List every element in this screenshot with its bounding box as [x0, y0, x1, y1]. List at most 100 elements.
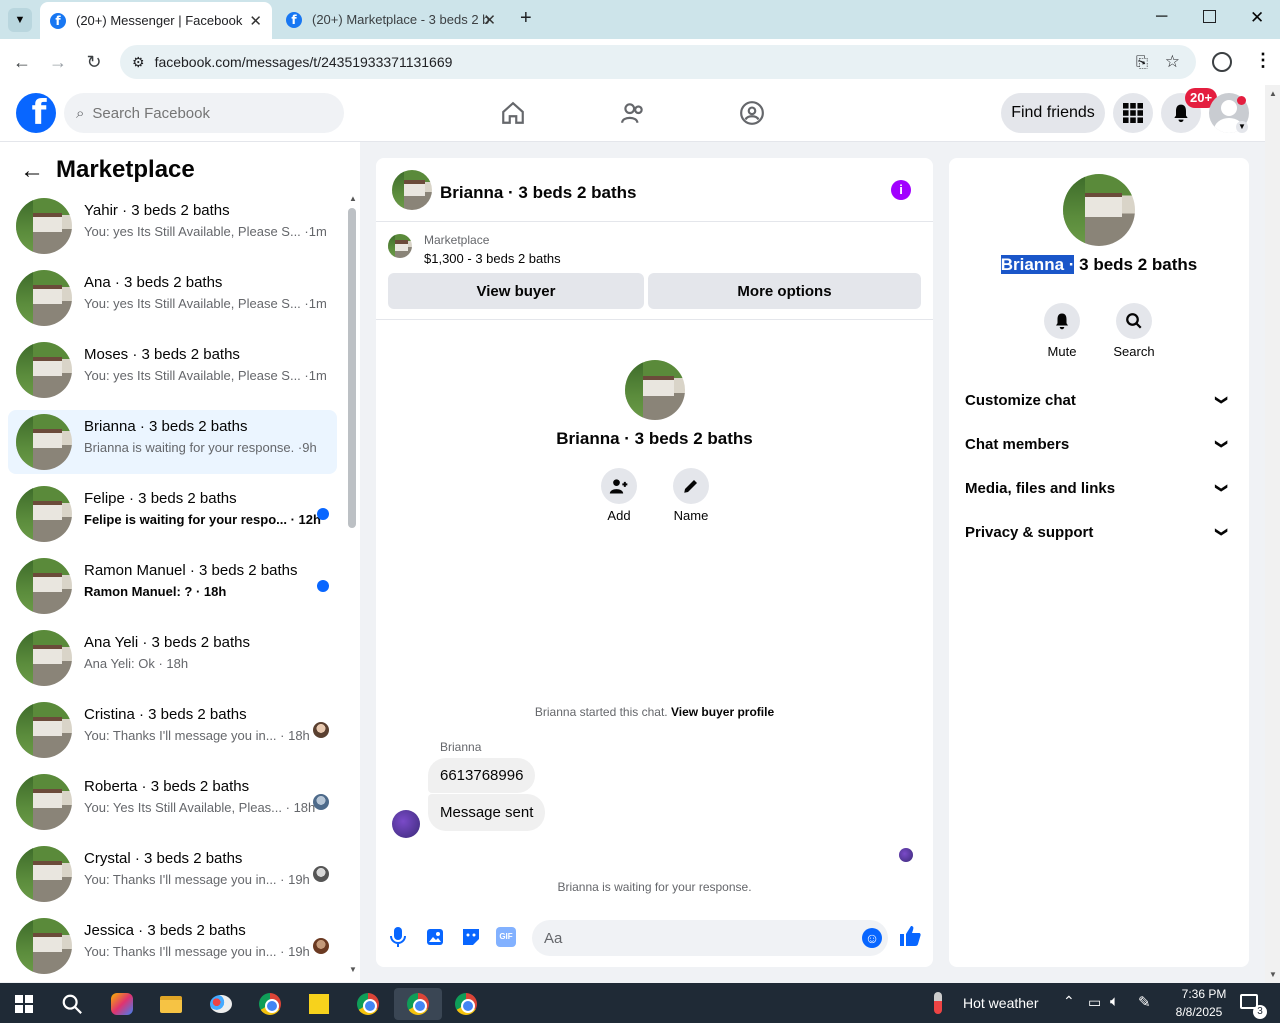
- conversation-item[interactable]: Ana · 3 beds 2 baths You: yes Its Still …: [8, 266, 337, 330]
- taskbar-search-icon[interactable]: [56, 988, 88, 1020]
- pen-icon[interactable]: ✎: [1138, 993, 1151, 1011]
- chat-header-avatar[interactable]: [392, 170, 432, 210]
- chrome-taskbar-icon[interactable]: [352, 988, 384, 1020]
- windows-start-icon[interactable]: [8, 988, 40, 1020]
- clock-date[interactable]: 8/8/2025: [1164, 1005, 1234, 1019]
- conversation-preview: Ramon Manuel: ? · 18h: [84, 584, 227, 599]
- gif-icon[interactable]: GIF: [496, 927, 516, 947]
- message-bubble[interactable]: Message sent: [428, 794, 546, 831]
- tab-marketplace[interactable]: f (20+) Marketplace - 3 beds 2 b ✕: [276, 0, 506, 39]
- conversation-item[interactable]: Crystal · 3 beds 2 baths You: Thanks I'l…: [8, 842, 337, 906]
- sticky-notes-icon[interactable]: [303, 988, 335, 1020]
- reload-icon[interactable]: ↻: [82, 50, 106, 74]
- search-facebook-box[interactable]: ⌕: [64, 93, 344, 133]
- profile-icon[interactable]: [1212, 52, 1232, 72]
- mute-bell-icon[interactable]: [1044, 303, 1080, 339]
- chat-members-section[interactable]: Chat members ❯: [965, 433, 1235, 455]
- back-arrow-icon[interactable]: ←: [10, 50, 34, 74]
- voice-clip-icon[interactable]: [388, 926, 408, 953]
- search-in-conversation-icon[interactable]: [1116, 303, 1152, 339]
- site-settings-icon[interactable]: ⚙: [132, 54, 145, 71]
- conversation-item-selected[interactable]: Brianna · 3 beds 2 baths Brianna is wait…: [8, 410, 337, 474]
- marketplace-sidebar: ← Marketplace Yahir · 3 beds 2 baths You…: [0, 142, 360, 982]
- friends-icon[interactable]: [620, 100, 646, 131]
- conversation-item[interactable]: Felipe · 3 beds 2 baths Felipe is waitin…: [8, 482, 337, 546]
- message-input-placeholder: Aa: [544, 929, 563, 947]
- conversation-info-panel: Brianna · 3 beds 2 baths Mute Search Cus…: [949, 158, 1249, 967]
- conversation-item[interactable]: Ramon Manuel · 3 beds 2 baths Ramon Manu…: [8, 554, 337, 618]
- restore-window-icon[interactable]: [1203, 10, 1216, 23]
- media-files-links-section[interactable]: Media, files and links ❯: [965, 477, 1235, 499]
- like-thumbs-up-icon[interactable]: [898, 924, 922, 953]
- close-window-icon[interactable]: ✕: [1250, 8, 1264, 28]
- info-name-rest: 3 beds 2 baths: [1074, 255, 1198, 274]
- menu-grid-icon[interactable]: [1113, 93, 1153, 133]
- find-friends-button[interactable]: Find friends: [1001, 93, 1105, 133]
- message-bubble[interactable]: 6613768996: [428, 758, 536, 793]
- meet-now-icon[interactable]: ▭: [1088, 994, 1101, 1011]
- volume-icon[interactable]: 🔈︎: [1110, 993, 1119, 1010]
- edit-name-pencil-icon[interactable]: [673, 468, 709, 504]
- back-arrow-icon[interactable]: ←: [20, 157, 44, 185]
- seen-avatar: [313, 866, 329, 882]
- listing-thumbnail[interactable]: [388, 234, 412, 258]
- close-tab-icon[interactable]: ✕: [249, 12, 262, 30]
- tab-search-chevron-icon[interactable]: ▼: [8, 8, 32, 32]
- more-options-button[interactable]: More options: [648, 273, 921, 309]
- bookmark-star-icon[interactable]: ☆: [1165, 52, 1180, 72]
- forward-arrow-icon[interactable]: →: [46, 50, 70, 74]
- install-app-icon[interactable]: ⎘: [1136, 54, 1148, 71]
- section-label: Media, files and links: [965, 479, 1116, 497]
- conversation-item[interactable]: Yahir · 3 beds 2 baths You: yes Its Stil…: [8, 194, 337, 258]
- account-red-dot: [1237, 96, 1246, 105]
- show-hidden-icons-chevron-icon[interactable]: ⌃: [1063, 993, 1075, 1010]
- conversation-info-icon[interactable]: i: [891, 180, 911, 200]
- chrome-taskbar-icon[interactable]: [254, 988, 286, 1020]
- paint-app-icon[interactable]: [205, 988, 237, 1020]
- sidebar-scrollbar[interactable]: ▲ ▼: [346, 194, 358, 974]
- address-bar[interactable]: ⚙ facebook.com/messages/t/24351933371131…: [120, 45, 1196, 79]
- page-scrollbar[interactable]: ▲ ▼: [1265, 85, 1280, 983]
- chrome-taskbar-icon-active[interactable]: [394, 988, 442, 1020]
- minimize-window-icon[interactable]: ─: [1156, 8, 1167, 26]
- conversation-item[interactable]: Roberta · 3 beds 2 baths You: Yes Its St…: [8, 770, 337, 834]
- tab-messenger[interactable]: f (20+) Messenger | Facebook ✕: [40, 2, 272, 39]
- customize-chat-section[interactable]: Customize chat ❯: [965, 389, 1235, 411]
- account-chevron-icon[interactable]: ▼: [1236, 121, 1248, 133]
- home-icon[interactable]: [500, 100, 526, 131]
- clock-time[interactable]: 7:36 PM: [1174, 987, 1234, 1001]
- section-label: Chat members: [965, 435, 1070, 453]
- browser-menu-icon[interactable]: ⋮: [1254, 50, 1272, 71]
- file-explorer-icon[interactable]: [155, 988, 187, 1020]
- chrome-taskbar-icon[interactable]: [450, 988, 482, 1020]
- profile-avatar[interactable]: [625, 360, 685, 420]
- close-tab-icon[interactable]: ✕: [483, 11, 496, 29]
- listing-avatar: [16, 414, 72, 470]
- conversation-item[interactable]: Jessica · 3 beds 2 baths You: Thanks I'l…: [8, 914, 337, 978]
- view-buyer-button[interactable]: View buyer: [388, 273, 644, 309]
- divider: [376, 221, 933, 222]
- conversation-item[interactable]: Ana Yeli · 3 beds 2 baths Ana Yeli: Ok ·…: [8, 626, 337, 690]
- conversation-item[interactable]: Moses · 3 beds 2 baths You: yes Its Stil…: [8, 338, 337, 402]
- view-buyer-profile-link[interactable]: View buyer profile: [671, 705, 774, 719]
- facebook-favicon-icon: f: [50, 12, 66, 29]
- listing-title[interactable]: $1,300 - 3 beds 2 baths: [424, 251, 561, 266]
- sticker-icon[interactable]: [460, 926, 482, 953]
- weather-thermometer-icon[interactable]: [934, 992, 942, 1014]
- facebook-logo-icon[interactable]: f: [16, 93, 56, 133]
- chat-started-text: Brianna started this chat.: [534, 705, 668, 719]
- copilot-icon[interactable]: [106, 988, 138, 1020]
- search-input[interactable]: [92, 104, 313, 122]
- attach-photo-icon[interactable]: [424, 926, 446, 953]
- new-tab-plus-icon[interactable]: +: [520, 7, 532, 30]
- groups-icon[interactable]: [739, 100, 765, 131]
- conversation-item[interactable]: Cristina · 3 beds 2 baths You: Thanks I'…: [8, 698, 337, 762]
- info-avatar[interactable]: [1063, 174, 1135, 246]
- weather-text[interactable]: Hot weather: [963, 995, 1038, 1011]
- sidebar-title: Marketplace: [56, 156, 195, 183]
- privacy-support-section[interactable]: Privacy & support ❯: [965, 521, 1235, 543]
- emoji-icon[interactable]: ☺: [862, 928, 882, 948]
- add-person-icon[interactable]: [601, 468, 637, 504]
- chat-title[interactable]: Brianna · 3 beds 2 baths: [440, 183, 637, 203]
- message-input[interactable]: Aa ☺: [532, 920, 888, 956]
